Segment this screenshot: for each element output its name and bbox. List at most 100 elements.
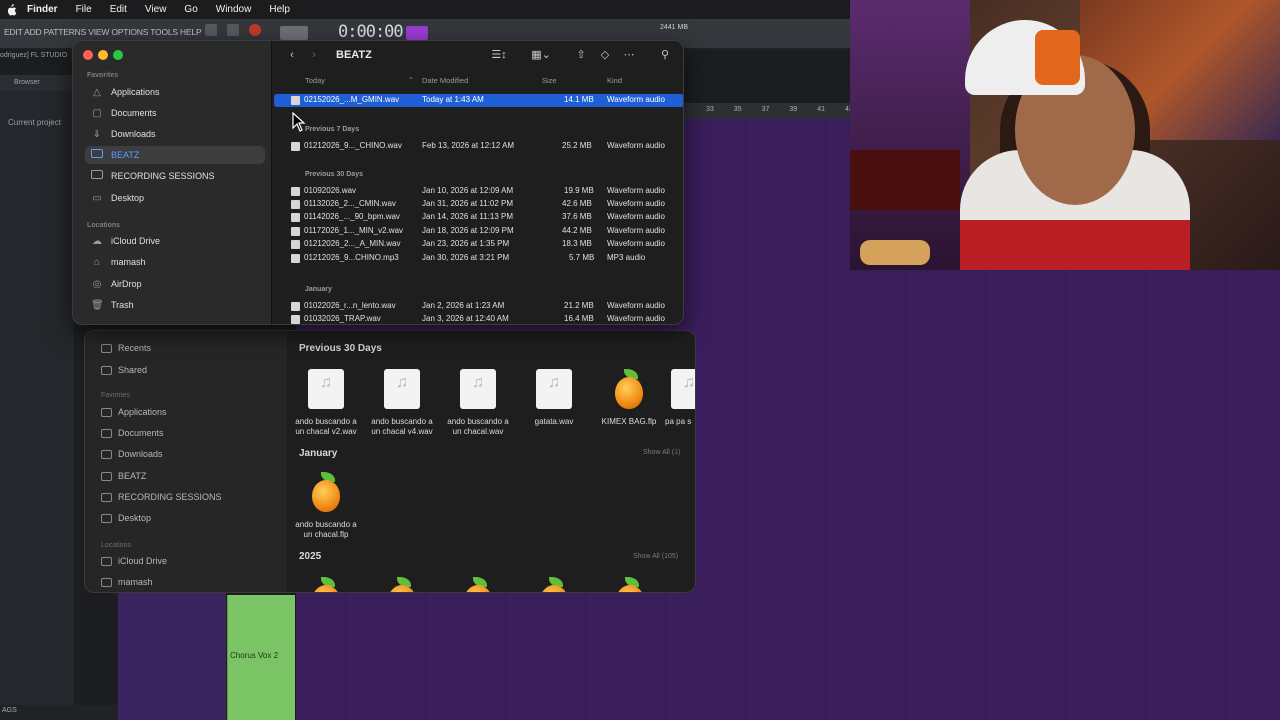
sidebar-item-recents[interactable]: Recents bbox=[101, 343, 151, 353]
play-button[interactable] bbox=[205, 24, 217, 36]
group-icon[interactable]: ▦⌄ bbox=[528, 47, 554, 63]
more-icon[interactable]: ⋯ bbox=[622, 47, 636, 63]
current-project-item[interactable]: Current project bbox=[8, 118, 61, 127]
file-row[interactable]: 01172026_1..._MIN_v2.wav Jan 18, 2026 at… bbox=[274, 225, 683, 238]
favorites-section-label: Favorites bbox=[87, 72, 119, 79]
sidebar-item-documents[interactable]: Documents bbox=[101, 428, 164, 438]
menu-go[interactable]: Go bbox=[175, 4, 206, 15]
file-row[interactable]: 01212026_9...CHINO.mp3 Jan 30, 2026 at 3… bbox=[274, 252, 683, 265]
ruler-label: 39 bbox=[789, 106, 798, 113]
document-icon bbox=[101, 428, 112, 438]
menu-file[interactable]: File bbox=[67, 4, 101, 15]
file-tile-label: ando buscando a un chacal.flp bbox=[295, 520, 357, 539]
sidebar-item-desktop[interactable]: ▭ Desktop bbox=[85, 189, 265, 207]
fl-studio-project-icon[interactable] bbox=[611, 577, 649, 592]
stop-button[interactable] bbox=[227, 24, 239, 36]
sidebar-item-applications[interactable]: △ Applications bbox=[85, 83, 265, 101]
tag-icon[interactable]: ◇ bbox=[598, 47, 612, 63]
file-row[interactable]: 01212026_2..._A_MIN.wav Jan 23, 2026 at … bbox=[274, 238, 683, 251]
tempo-display[interactable] bbox=[280, 26, 308, 40]
finder-window-icon-view: Recents Shared Favorites Applications Do… bbox=[84, 330, 696, 593]
sidebar-item-recording-sessions[interactable]: RECORDING SESSIONS bbox=[101, 492, 222, 502]
sidebar-item-beatz[interactable]: BEATZ bbox=[85, 146, 265, 164]
home-icon bbox=[101, 577, 112, 587]
file-tile[interactable]: gatata.wav bbox=[519, 369, 589, 427]
file-name: 02152026_...M_GMIN.wav bbox=[304, 95, 400, 104]
file-name: 01142026_..._90_bpm.wav bbox=[304, 212, 400, 221]
file-tile-label: ando buscando a un chacal v2.wav bbox=[295, 417, 357, 436]
home-icon: ⌂ bbox=[93, 256, 101, 268]
file-size: 5.7 MB bbox=[569, 253, 595, 262]
show-all-january-link[interactable]: Show All (1) bbox=[643, 449, 680, 456]
file-date: Jan 30, 2026 at 3:21 PM bbox=[422, 253, 510, 262]
fl-studio-project-icon[interactable] bbox=[383, 577, 421, 592]
menu-finder[interactable]: Finder bbox=[18, 4, 67, 15]
fl-studio-project-icon[interactable] bbox=[535, 577, 573, 592]
minimize-window-button[interactable] bbox=[98, 50, 108, 60]
file-tile[interactable]: ando buscando a un chacal v4.wav bbox=[367, 369, 437, 437]
sidebar-item-icloud[interactable]: iCloud Drive bbox=[101, 556, 167, 566]
file-row[interactable]: 01212026_9..._CHINO.wav Feb 13, 2026 at … bbox=[274, 140, 683, 153]
file-icon bbox=[291, 96, 300, 105]
close-window-button[interactable] bbox=[83, 50, 93, 60]
show-all-2025-link[interactable]: Show All (105) bbox=[633, 553, 678, 560]
column-size[interactable]: Size bbox=[542, 76, 557, 85]
file-row[interactable]: 01032026_TRAP.wav Jan 3, 2026 at 12:40 A… bbox=[274, 313, 683, 324]
pattern-selector[interactable] bbox=[406, 26, 428, 40]
sidebar-item-applications[interactable]: Applications bbox=[101, 407, 167, 417]
sidebar-item-downloads[interactable]: Downloads bbox=[101, 449, 163, 459]
record-button[interactable] bbox=[249, 24, 261, 36]
sort-chevron-icon[interactable]: ⌃ bbox=[408, 76, 414, 84]
fl-menu[interactable]: EDIT ADD PATTERNS VIEW OPTIONS TOOLS HEL… bbox=[4, 27, 202, 37]
fl-browser-header[interactable]: Browser bbox=[0, 75, 74, 91]
sidebar-item-trash[interactable]: 🗑 Trash bbox=[85, 296, 265, 314]
file-name: 01212026_9...CHINO.mp3 bbox=[304, 253, 399, 262]
zoom-window-button[interactable] bbox=[113, 50, 123, 60]
sidebar-item-label: Applications bbox=[111, 87, 160, 97]
search-icon[interactable]: ⚲ bbox=[658, 47, 672, 63]
sidebar-item-mamash[interactable]: ⌂ mamash bbox=[85, 253, 265, 271]
menu-help[interactable]: Help bbox=[260, 4, 299, 15]
fl-studio-project-icon[interactable] bbox=[459, 577, 497, 592]
file-row[interactable]: 01092026.wav Jan 10, 2026 at 12:09 AM 19… bbox=[274, 185, 683, 198]
sidebar-item-shared[interactable]: Shared bbox=[101, 365, 147, 375]
sidebar-item-label: RECORDING SESSIONS bbox=[111, 171, 215, 181]
sidebar-item-label: mamash bbox=[111, 257, 146, 267]
forward-button[interactable]: › bbox=[308, 47, 320, 63]
sidebar-item-airdrop[interactable]: ◎ AirDrop bbox=[85, 275, 265, 293]
back-button[interactable]: ‹ bbox=[286, 47, 298, 63]
sidebar-item-downloads[interactable]: ⇓ Downloads bbox=[85, 125, 265, 143]
menu-edit[interactable]: Edit bbox=[101, 4, 136, 15]
sidebar-item-icloud[interactable]: ☁ iCloud Drive bbox=[85, 232, 265, 250]
column-name[interactable]: Today bbox=[305, 76, 325, 85]
menu-window[interactable]: Window bbox=[207, 4, 261, 15]
file-tile[interactable]: ando buscando a un chacal v2.wav bbox=[291, 369, 361, 437]
column-date[interactable]: Date Modified bbox=[422, 76, 468, 85]
sidebar-item-mamash[interactable]: mamash bbox=[101, 577, 153, 587]
file-tile[interactable]: KIMEX BAG.flp bbox=[594, 369, 664, 427]
locations-section-label: Locations bbox=[101, 542, 131, 549]
file-icon bbox=[291, 302, 300, 311]
menu-view[interactable]: View bbox=[136, 4, 176, 15]
sidebar-item-desktop[interactable]: Desktop bbox=[101, 513, 151, 523]
fl-studio-project-icon[interactable] bbox=[307, 577, 345, 592]
audio-file-icon bbox=[384, 369, 420, 409]
file-row[interactable]: 02152026_...M_GMIN.wav Today at 1:43 AM … bbox=[274, 94, 683, 107]
file-tile[interactable]: ando buscando a un chacal.wav bbox=[443, 369, 513, 437]
column-kind[interactable]: Kind bbox=[607, 76, 622, 85]
list-view-icon[interactable]: ☰↕ bbox=[486, 47, 512, 63]
file-size: 42.6 MB bbox=[562, 199, 592, 208]
downloads-icon bbox=[101, 449, 112, 459]
fl-studio-project-icon bbox=[610, 369, 648, 409]
file-tile[interactable]: pa pa s bbox=[665, 369, 695, 427]
sidebar-item-beatz[interactable]: BEATZ bbox=[101, 471, 146, 481]
share-icon[interactable]: ⇧ bbox=[574, 47, 588, 63]
file-row[interactable]: 01132026_2..._CMIN.wav Jan 31, 2026 at 1… bbox=[274, 198, 683, 211]
file-tile[interactable]: ando buscando a un chacal.flp bbox=[291, 472, 361, 540]
file-row[interactable]: 01142026_..._90_bpm.wav Jan 14, 2026 at … bbox=[274, 211, 683, 224]
sidebar-item-recording-sessions[interactable]: RECORDING SESSIONS bbox=[85, 167, 265, 185]
time-display: 0:00:00 bbox=[338, 22, 404, 42]
file-row[interactable]: 01022026_r...n_lento.wav Jan 2, 2026 at … bbox=[274, 300, 683, 313]
sidebar-item-documents[interactable]: ▢ Documents bbox=[85, 104, 265, 122]
apple-logo-icon[interactable] bbox=[4, 3, 18, 16]
